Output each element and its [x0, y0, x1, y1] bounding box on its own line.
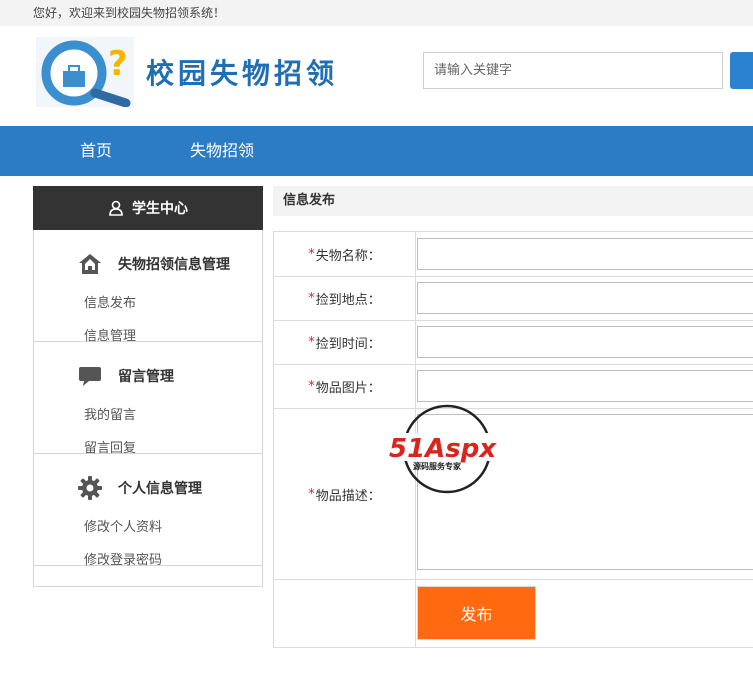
required-mark: *	[308, 486, 315, 502]
sidebar-link-change-password[interactable]: 修改登录密码	[84, 549, 162, 568]
nav-item-lost-found[interactable]: 失物招领	[190, 126, 254, 176]
51aspx-watermark-logo: 51Aspx 源码服务专家	[389, 404, 509, 494]
sidebar: 失物招领信息管理 信息发布 信息管理 留言管理 我的留言 留言回复 个人信息管理…	[33, 230, 263, 587]
found-time-input[interactable]	[417, 326, 753, 358]
chat-bubble-icon	[79, 367, 101, 386]
top-bar: 您好，欢迎来到校园失物招领系统！	[0, 0, 753, 26]
field-label-empty	[274, 580, 416, 647]
required-mark: *	[308, 246, 315, 262]
required-mark: *	[308, 335, 315, 350]
required-mark: *	[308, 379, 315, 394]
sidebar-link-edit-profile[interactable]: 修改个人资料	[84, 516, 162, 535]
sidebar-header-label: 学生中心	[132, 201, 188, 217]
sidebar-section-profile: 个人信息管理 修改个人资料 修改登录密码	[34, 454, 262, 568]
item-name-input[interactable]	[417, 238, 753, 270]
sidebar-section-label: 个人信息管理	[118, 481, 202, 497]
sidebar-section-label: 留言管理	[118, 369, 174, 385]
field-label-text: 失物名称：	[315, 248, 381, 264]
found-location-input[interactable]	[417, 282, 753, 314]
sidebar-section-title: 失物招领信息管理	[34, 250, 262, 278]
sidebar-link-my-messages[interactable]: 我的留言	[84, 404, 136, 423]
field-label: * 失物名称：	[274, 232, 416, 276]
form-row-description: * 物品描述：	[274, 409, 753, 580]
field-label-text: 物品描述：	[315, 488, 381, 504]
page-title: 信息发布	[273, 186, 753, 216]
field-label: * 捡到地点：	[274, 277, 416, 320]
sidebar-header: 学生中心	[33, 186, 263, 230]
magnifier-logo-icon: ?	[36, 37, 134, 107]
field-label-text: 物品图片：	[315, 381, 381, 396]
sidebar-section-lost-found: 失物招领信息管理 信息发布 信息管理	[34, 230, 262, 344]
nav-item-home[interactable]: 首页	[80, 126, 112, 176]
field-label: * 物品图片：	[274, 365, 416, 408]
home-icon	[79, 254, 101, 274]
sidebar-section-title: 个人信息管理	[34, 474, 262, 502]
watermark-brand: 51Aspx	[389, 434, 497, 464]
form-row-location: * 捡到地点：	[274, 277, 753, 321]
form-row-image: * 物品图片：	[274, 365, 753, 409]
field-label: * 捡到时间：	[274, 321, 416, 364]
field-label-text: 捡到时间：	[315, 337, 381, 352]
main-nav: 首页 失物招领	[0, 126, 753, 176]
gear-icon	[78, 476, 102, 500]
site-title: 校园失物招领	[146, 57, 339, 90]
item-image-input[interactable]	[417, 370, 753, 402]
sidebar-section-label: 失物招领信息管理	[118, 257, 230, 273]
form-row-time: * 捡到时间：	[274, 321, 753, 365]
search-input[interactable]	[423, 52, 723, 89]
svg-text:?: ?	[108, 44, 128, 84]
sidebar-section-messages: 留言管理 我的留言 留言回复	[34, 342, 262, 456]
search-button[interactable]	[730, 52, 753, 89]
welcome-text: 您好，欢迎来到校园失物招领系统！	[33, 6, 226, 20]
required-mark: *	[308, 291, 315, 306]
watermark-brand-prefix: 51Aspx	[389, 434, 497, 464]
watermark-tagline: 源码服务专家	[413, 461, 462, 471]
form-row-name: * 失物名称：	[274, 232, 753, 277]
publish-button[interactable]: 发布	[417, 586, 536, 640]
user-icon	[109, 200, 123, 216]
sidebar-section-title: 留言管理	[34, 362, 262, 390]
sidebar-link-publish[interactable]: 信息发布	[84, 292, 136, 311]
field-label-text: 捡到地点：	[315, 293, 381, 308]
